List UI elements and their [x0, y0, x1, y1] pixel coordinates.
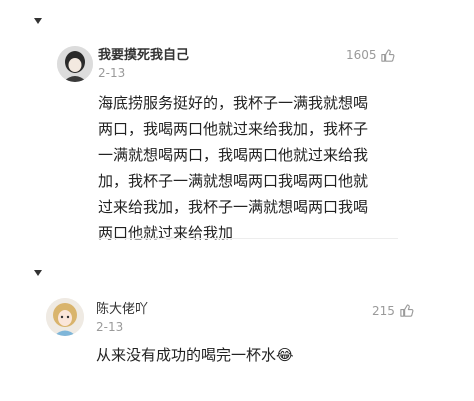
- divider: [98, 238, 398, 239]
- comment-text-line: 一满就想喝两口，我喝两口他就过来给我: [98, 146, 369, 164]
- comment-text-content: 从来没有成功的喝完一杯水: [96, 346, 277, 364]
- comment-text-line: 加，我杯子一满就想喝两口我喝两口他就: [98, 172, 369, 190]
- comment-text-line: 过来给我加，我杯子一满就想喝两口我喝: [98, 198, 369, 216]
- avatar[interactable]: [57, 46, 93, 82]
- comment-date: 2-13: [98, 66, 126, 80]
- avatar-image: [46, 298, 84, 336]
- comment-date: 2-13: [96, 320, 124, 334]
- comment-text-line: 两口，我喝两口他就过来给我加，我杯子: [98, 120, 369, 138]
- collapse-arrow-icon[interactable]: [34, 18, 42, 24]
- like-icon[interactable]: [380, 48, 395, 63]
- comment-text-line: 海底捞服务挺好的，我杯子一满我就想喝: [98, 94, 369, 112]
- avatar-image: [57, 46, 93, 82]
- username[interactable]: 我要摸死我自己: [98, 44, 189, 63]
- comment-text: 从来没有成功的喝完一杯水😂: [96, 342, 294, 368]
- like-count: 1605: [346, 48, 377, 62]
- collapse-arrow-icon[interactable]: [34, 270, 42, 276]
- watermark: 头条 @馋嘴老于: [378, 378, 466, 392]
- avatar[interactable]: [46, 298, 84, 336]
- laughing-emoji-icon: 😂: [276, 346, 294, 364]
- comment-text-line: 两口他就过来给我加: [98, 224, 234, 242]
- username[interactable]: 陈大佬吖: [96, 298, 148, 317]
- like-icon[interactable]: [399, 303, 414, 318]
- like-count: 215: [372, 304, 395, 318]
